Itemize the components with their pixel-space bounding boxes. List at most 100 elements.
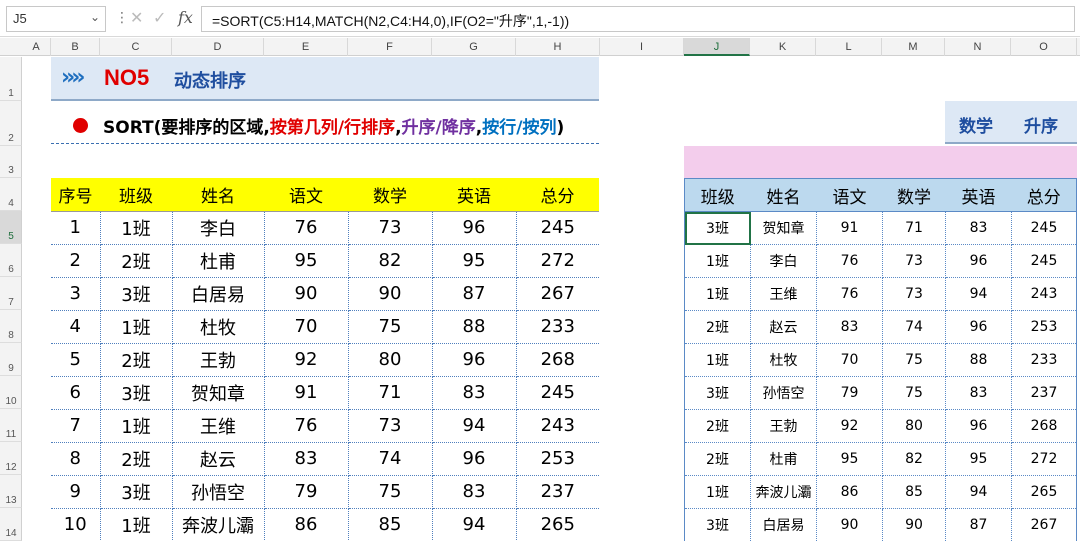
row-header[interactable]: 5 [0, 211, 22, 244]
column-header[interactable]: J [684, 38, 750, 56]
table-cell[interactable]: 白居易 [172, 277, 265, 311]
table-cell[interactable]: 75 [348, 310, 433, 344]
table-cell[interactable]: 253 [1011, 310, 1077, 344]
table-cell[interactable]: 85 [882, 475, 946, 509]
row-header[interactable]: 12 [0, 442, 22, 475]
table-cell[interactable]: 90 [816, 508, 883, 541]
table-cell[interactable]: 1班 [684, 244, 751, 278]
table-cell[interactable]: 贺知章 [750, 211, 817, 245]
table-cell[interactable]: 白居易 [750, 508, 817, 541]
column-header[interactable]: G [432, 38, 516, 56]
sort-subject-cell[interactable]: 数学 [959, 112, 993, 137]
table-cell[interactable]: 2班 [684, 310, 751, 344]
row-header[interactable]: 13 [0, 475, 22, 508]
table-cell[interactable]: 82 [882, 442, 946, 476]
table-cell[interactable]: 3班 [684, 211, 751, 245]
column-header[interactable]: C [100, 38, 172, 56]
column-header[interactable]: M [882, 38, 945, 56]
table-cell[interactable]: 2班 [100, 343, 173, 377]
table-cell[interactable]: 8 [51, 442, 101, 476]
table-cell[interactable]: 90 [348, 277, 433, 311]
table-cell[interactable]: 243 [1011, 277, 1077, 311]
table-cell[interactable]: 70 [816, 343, 883, 377]
table-cell[interactable]: 80 [348, 343, 433, 377]
column-header[interactable]: K [750, 38, 816, 56]
sort-order-cell[interactable]: 升序 [1024, 112, 1058, 137]
table-cell[interactable]: 87 [945, 508, 1012, 541]
table-cell[interactable]: 李白 [750, 244, 817, 278]
table-cell[interactable]: 95 [264, 244, 349, 278]
table-cell[interactable]: 83 [816, 310, 883, 344]
table-cell[interactable]: 74 [882, 310, 946, 344]
table-cell[interactable]: 79 [264, 475, 349, 509]
table-cell[interactable]: 10 [51, 508, 101, 541]
table-cell[interactable]: 95 [432, 244, 517, 278]
table-cell[interactable]: 83 [432, 475, 517, 509]
row-header[interactable]: 8 [0, 310, 22, 343]
table-cell[interactable]: 265 [516, 508, 599, 541]
table-cell[interactable]: 9 [51, 475, 101, 509]
table-cell[interactable]: 1班 [100, 211, 173, 245]
table-cell[interactable]: 83 [945, 211, 1012, 245]
table-cell[interactable]: 79 [816, 376, 883, 410]
table-cell[interactable]: 253 [516, 442, 599, 476]
table-cell[interactable]: 233 [1011, 343, 1077, 377]
table-cell[interactable]: 3班 [100, 376, 173, 410]
table-cell[interactable]: 245 [1011, 211, 1077, 245]
table-cell[interactable]: 73 [348, 409, 433, 443]
table-cell[interactable]: 90 [264, 277, 349, 311]
table-cell[interactable]: 85 [348, 508, 433, 541]
table-cell[interactable]: 王勃 [750, 409, 817, 443]
table-cell[interactable]: 赵云 [172, 442, 265, 476]
row-header[interactable]: 9 [0, 343, 22, 376]
row-header[interactable]: 14 [0, 508, 22, 541]
table-cell[interactable]: 76 [264, 211, 349, 245]
row-header[interactable]: 7 [0, 277, 22, 310]
table-cell[interactable]: 243 [516, 409, 599, 443]
column-header[interactable]: I [600, 38, 684, 56]
table-cell[interactable]: 2班 [100, 442, 173, 476]
table-cell[interactable]: 75 [882, 376, 946, 410]
table-cell[interactable]: 2 [51, 244, 101, 278]
table-cell[interactable]: 孙悟空 [172, 475, 265, 509]
table-cell[interactable]: 86 [816, 475, 883, 509]
table-cell[interactable]: 95 [816, 442, 883, 476]
column-header[interactable]: A [22, 38, 51, 56]
table-cell[interactable]: 96 [945, 244, 1012, 278]
table-cell[interactable]: 6 [51, 376, 101, 410]
table-cell[interactable]: 96 [945, 310, 1012, 344]
table-cell[interactable]: 73 [348, 211, 433, 245]
row-header[interactable]: 11 [0, 409, 22, 442]
table-cell[interactable]: 94 [945, 475, 1012, 509]
table-cell[interactable]: 272 [516, 244, 599, 278]
table-cell[interactable]: 92 [816, 409, 883, 443]
table-cell[interactable]: 76 [816, 277, 883, 311]
table-cell[interactable]: 杜牧 [172, 310, 265, 344]
table-cell[interactable]: 奔波儿灞 [172, 508, 265, 541]
table-cell[interactable]: 王勃 [172, 343, 265, 377]
table-cell[interactable]: 73 [882, 277, 946, 311]
table-cell[interactable]: 268 [516, 343, 599, 377]
table-cell[interactable]: 1 [51, 211, 101, 245]
table-cell[interactable]: 90 [882, 508, 946, 541]
table-cell[interactable]: 96 [432, 442, 517, 476]
table-cell[interactable]: 83 [945, 376, 1012, 410]
table-cell[interactable]: 88 [432, 310, 517, 344]
table-cell[interactable]: 王维 [172, 409, 265, 443]
table-cell[interactable]: 83 [264, 442, 349, 476]
table-cell[interactable]: 94 [432, 508, 517, 541]
table-cell[interactable]: 孙悟空 [750, 376, 817, 410]
table-cell[interactable]: 91 [264, 376, 349, 410]
table-cell[interactable]: 71 [882, 211, 946, 245]
table-cell[interactable]: 95 [945, 442, 1012, 476]
table-cell[interactable]: 92 [264, 343, 349, 377]
chevron-down-icon[interactable]: ⌄ [90, 10, 100, 24]
table-cell[interactable]: 奔波儿灞 [750, 475, 817, 509]
table-cell[interactable]: 80 [882, 409, 946, 443]
table-cell[interactable]: 245 [516, 211, 599, 245]
table-cell[interactable]: 87 [432, 277, 517, 311]
column-header[interactable]: H [516, 38, 600, 56]
table-cell[interactable]: 268 [1011, 409, 1077, 443]
column-header[interactable]: B [51, 38, 100, 56]
table-cell[interactable]: 贺知章 [172, 376, 265, 410]
